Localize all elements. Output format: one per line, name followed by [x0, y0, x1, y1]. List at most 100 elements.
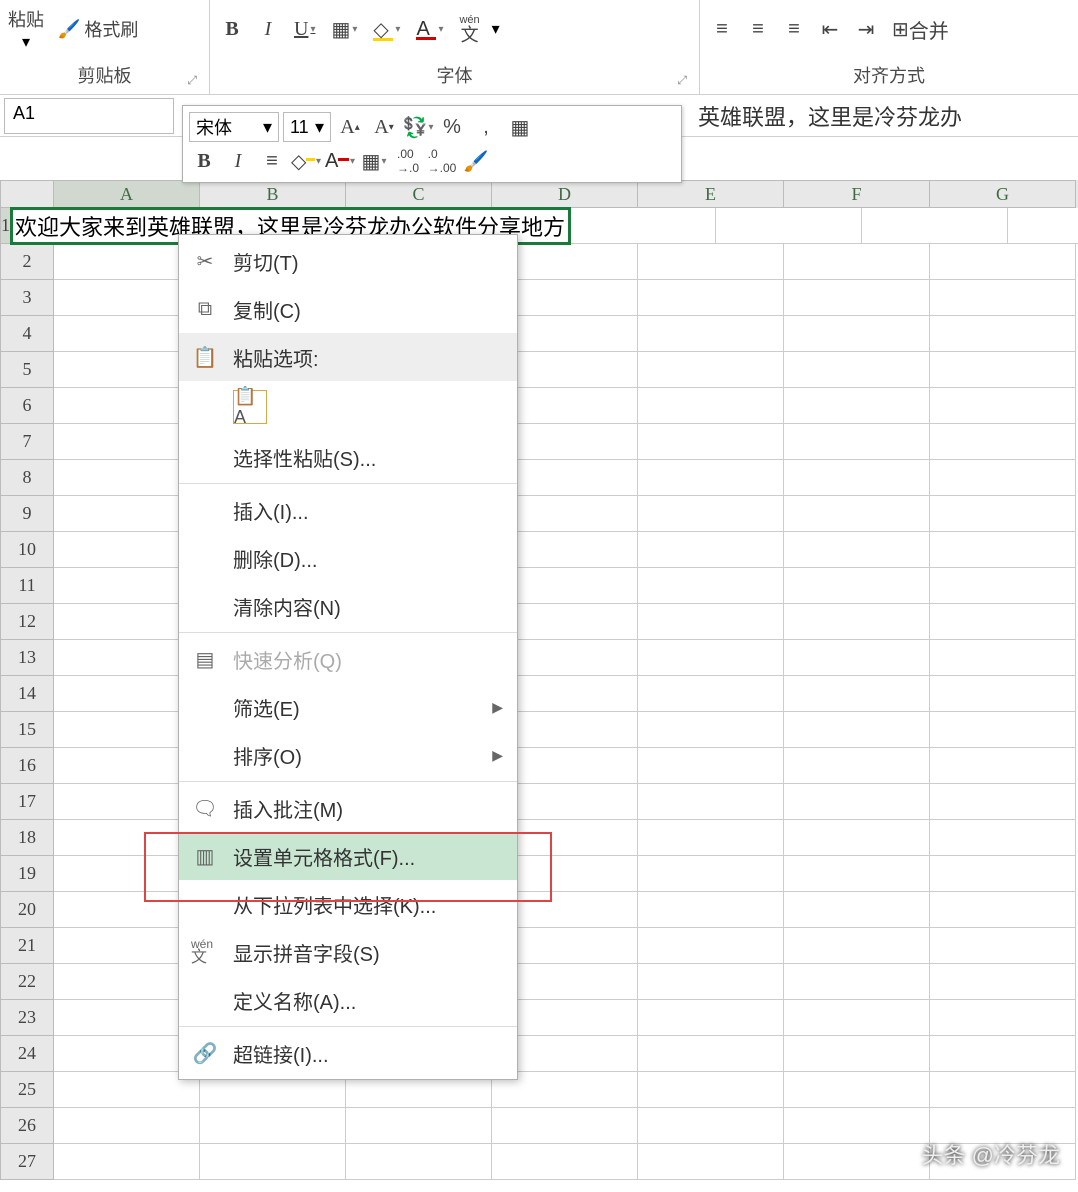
- cell[interactable]: [638, 496, 784, 532]
- accounting-format-icon[interactable]: 💱▾: [403, 112, 433, 142]
- cell[interactable]: [638, 748, 784, 784]
- cell[interactable]: [638, 244, 784, 280]
- cell[interactable]: [930, 352, 1076, 388]
- paste-special-menu-item[interactable]: 选择性粘贴(S)...: [179, 433, 517, 481]
- border-button[interactable]: ▦▾: [327, 15, 361, 43]
- cell[interactable]: [930, 856, 1076, 892]
- cell[interactable]: [784, 352, 930, 388]
- cell[interactable]: [54, 1108, 200, 1144]
- cell[interactable]: [784, 496, 930, 532]
- cell[interactable]: [784, 280, 930, 316]
- cell[interactable]: [784, 460, 930, 496]
- cell[interactable]: [784, 388, 930, 424]
- cell[interactable]: [930, 964, 1076, 1000]
- decrease-font-icon[interactable]: A▾: [369, 112, 399, 142]
- fill-color-button[interactable]: ◇▾: [369, 15, 404, 43]
- column-header[interactable]: E: [638, 180, 784, 208]
- cell[interactable]: [930, 1072, 1076, 1108]
- cell[interactable]: [784, 748, 930, 784]
- cell[interactable]: [930, 712, 1076, 748]
- cell[interactable]: [784, 568, 930, 604]
- cell[interactable]: [930, 280, 1076, 316]
- insert-menu-item[interactable]: 插入(I)...: [179, 486, 517, 534]
- filter-menu-item[interactable]: 筛选(E)▶: [179, 683, 517, 731]
- increase-font-icon[interactable]: A▴: [335, 112, 365, 142]
- expand-icon[interactable]: ⤢: [677, 73, 687, 88]
- name-box[interactable]: A1: [4, 98, 174, 134]
- paste-button[interactable]: 粘贴 ▾: [8, 6, 44, 52]
- row-header[interactable]: 15: [0, 712, 54, 748]
- font-color-button[interactable]: A▾: [412, 15, 447, 43]
- cell[interactable]: [930, 1036, 1076, 1072]
- cell[interactable]: [638, 568, 784, 604]
- cell[interactable]: [784, 856, 930, 892]
- paste-option-default[interactable]: 📋A: [179, 381, 517, 433]
- row-header[interactable]: 25: [0, 1072, 54, 1108]
- row-header[interactable]: 6: [0, 388, 54, 424]
- row-header[interactable]: 27: [0, 1144, 54, 1180]
- clear-contents-menu-item[interactable]: 清除内容(N): [179, 582, 517, 630]
- mini-align-button[interactable]: ≡: [257, 146, 287, 176]
- mini-italic-button[interactable]: I: [223, 146, 253, 176]
- cell[interactable]: [784, 928, 930, 964]
- cell[interactable]: [784, 1108, 930, 1144]
- align-middle-button[interactable]: ≡: [744, 15, 772, 43]
- mini-font-select[interactable]: 宋体▾: [189, 112, 279, 142]
- pinyin-button[interactable]: wén文: [455, 15, 483, 43]
- row-header[interactable]: 5: [0, 352, 54, 388]
- cell[interactable]: [638, 532, 784, 568]
- percent-icon[interactable]: %: [437, 112, 467, 142]
- cell[interactable]: [930, 784, 1076, 820]
- cell[interactable]: [638, 460, 784, 496]
- cell[interactable]: [930, 424, 1076, 460]
- sort-menu-item[interactable]: 排序(O)▶: [179, 731, 517, 779]
- cell[interactable]: [930, 820, 1076, 856]
- row-header[interactable]: 23: [0, 1000, 54, 1036]
- cell[interactable]: [930, 1000, 1076, 1036]
- cell[interactable]: [930, 460, 1076, 496]
- select-all-corner[interactable]: [0, 180, 54, 208]
- cell[interactable]: [638, 1072, 784, 1108]
- cut-menu-item[interactable]: ✂剪切(T): [179, 237, 517, 285]
- cell[interactable]: [492, 1144, 638, 1180]
- row-header[interactable]: 2: [0, 244, 54, 280]
- row-header[interactable]: 20: [0, 892, 54, 928]
- cell[interactable]: [784, 424, 930, 460]
- cell[interactable]: [930, 640, 1076, 676]
- cell[interactable]: [638, 784, 784, 820]
- cell[interactable]: [930, 532, 1076, 568]
- indent-increase-button[interactable]: ⇥: [852, 15, 880, 43]
- cell[interactable]: [784, 1072, 930, 1108]
- cell[interactable]: [638, 1000, 784, 1036]
- cell[interactable]: [638, 1144, 784, 1180]
- row-header[interactable]: 12: [0, 604, 54, 640]
- cell[interactable]: [638, 892, 784, 928]
- cell[interactable]: [784, 1000, 930, 1036]
- cell[interactable]: [784, 532, 930, 568]
- cell[interactable]: [784, 676, 930, 712]
- cell[interactable]: [638, 1036, 784, 1072]
- hyperlink-menu-item[interactable]: 🔗超链接(I)...: [179, 1029, 517, 1077]
- row-header[interactable]: 8: [0, 460, 54, 496]
- cell[interactable]: [930, 676, 1076, 712]
- row-header[interactable]: 1: [0, 208, 11, 244]
- cell[interactable]: [784, 784, 930, 820]
- row-header[interactable]: 11: [0, 568, 54, 604]
- delete-menu-item[interactable]: 删除(D)...: [179, 534, 517, 582]
- cell[interactable]: [200, 1144, 346, 1180]
- align-bottom-button[interactable]: ≡: [780, 15, 808, 43]
- column-header[interactable]: B: [200, 180, 346, 208]
- cell[interactable]: [784, 892, 930, 928]
- row-header[interactable]: 9: [0, 496, 54, 532]
- insert-comment-menu-item[interactable]: 🗨插入批注(M): [179, 784, 517, 832]
- cell[interactable]: [346, 1108, 492, 1144]
- column-header[interactable]: F: [784, 180, 930, 208]
- format-painter-button[interactable]: 🖌️ 格式刷: [58, 16, 138, 42]
- bold-button[interactable]: B: [218, 15, 246, 43]
- cell[interactable]: [784, 244, 930, 280]
- cell[interactable]: [638, 820, 784, 856]
- column-header[interactable]: G: [930, 180, 1076, 208]
- cell[interactable]: [784, 640, 930, 676]
- cell[interactable]: [784, 1144, 930, 1180]
- cell[interactable]: [784, 964, 930, 1000]
